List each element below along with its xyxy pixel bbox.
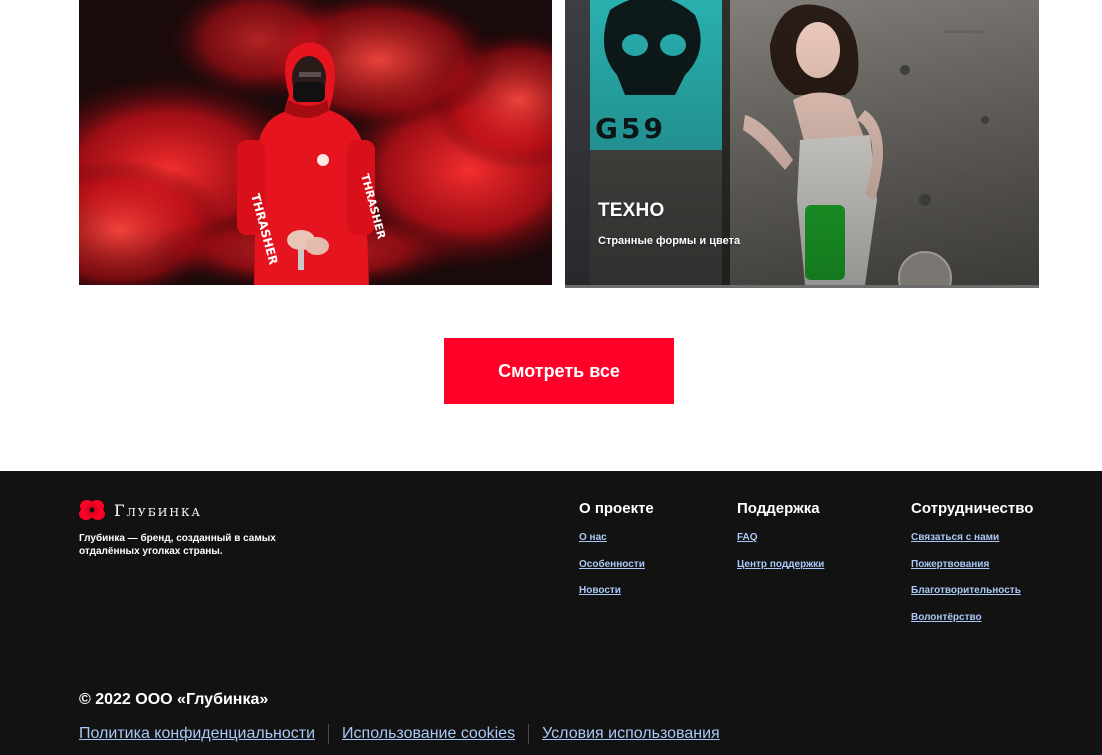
site-footer: Глубинка Глубинка — бренд, созданный в с… (0, 471, 1102, 755)
brand-description: Глубинка — бренд, созданный в самых отда… (79, 533, 276, 557)
footer-link-donations[interactable]: Пожертвования (911, 558, 1033, 571)
footer-link-support-center[interactable]: Центр поддержки (737, 558, 824, 571)
footer-link-volunteering[interactable]: Волонтёрство (911, 611, 1033, 624)
collections-grid: THRASHER THRASHER ТЕХНО Странные формы и… (79, 0, 1039, 288)
footer-link-contact-us[interactable]: Связаться с нами (911, 531, 1033, 544)
divider (328, 724, 330, 744)
footer-link-about-us[interactable]: О нас (579, 531, 654, 544)
footer-column-title: Поддержка (737, 500, 820, 517)
legal-links: Политика конфиденциальности Использовани… (79, 722, 720, 746)
collection-card[interactable]: THRASHER THRASHER (79, 0, 552, 285)
collection-card-techno[interactable]: G59 ТЕХНО Странные формы и цвета (565, 0, 1039, 288)
footer-link-news[interactable]: Новости (579, 584, 654, 597)
brand-name: Глубинка (114, 500, 202, 520)
divider (528, 724, 530, 744)
red-smoke-hoodie-photo-icon: THRASHER THRASHER (79, 0, 552, 285)
footer-link-faq[interactable]: FAQ (737, 531, 824, 544)
terms-of-use-link[interactable]: Условия использования (542, 724, 720, 744)
card-title: ТЕХНО (598, 200, 665, 221)
footer-link-features[interactable]: Особенности (579, 558, 654, 571)
footer-column-about: О проекте О нас Особенности Новости (579, 500, 654, 611)
copyright: © 2022 ООО «Глубинка» (79, 691, 269, 708)
footer-column-support: Поддержка FAQ Центр поддержки (737, 500, 824, 584)
privacy-policy-link[interactable]: Политика конфиденциальности (79, 724, 315, 744)
red-poppy-icon (79, 500, 105, 520)
cookies-link[interactable]: Использование cookies (342, 724, 515, 744)
card-caption: ТЕХНО Странные формы и цвета (598, 200, 740, 248)
card-subtitle: Странные формы и цвета (598, 235, 741, 247)
footer-column-title: О проекте (579, 500, 654, 517)
footer-column-title: Сотрудничество (911, 500, 1034, 517)
view-all-button[interactable]: Смотреть все (444, 338, 674, 404)
brand-logo-link[interactable]: Глубинка (79, 498, 202, 522)
footer-column-cooperation: Сотрудничество Связаться с нами Пожертво… (911, 500, 1033, 637)
footer-link-charity[interactable]: Благотворительность (911, 584, 1033, 597)
